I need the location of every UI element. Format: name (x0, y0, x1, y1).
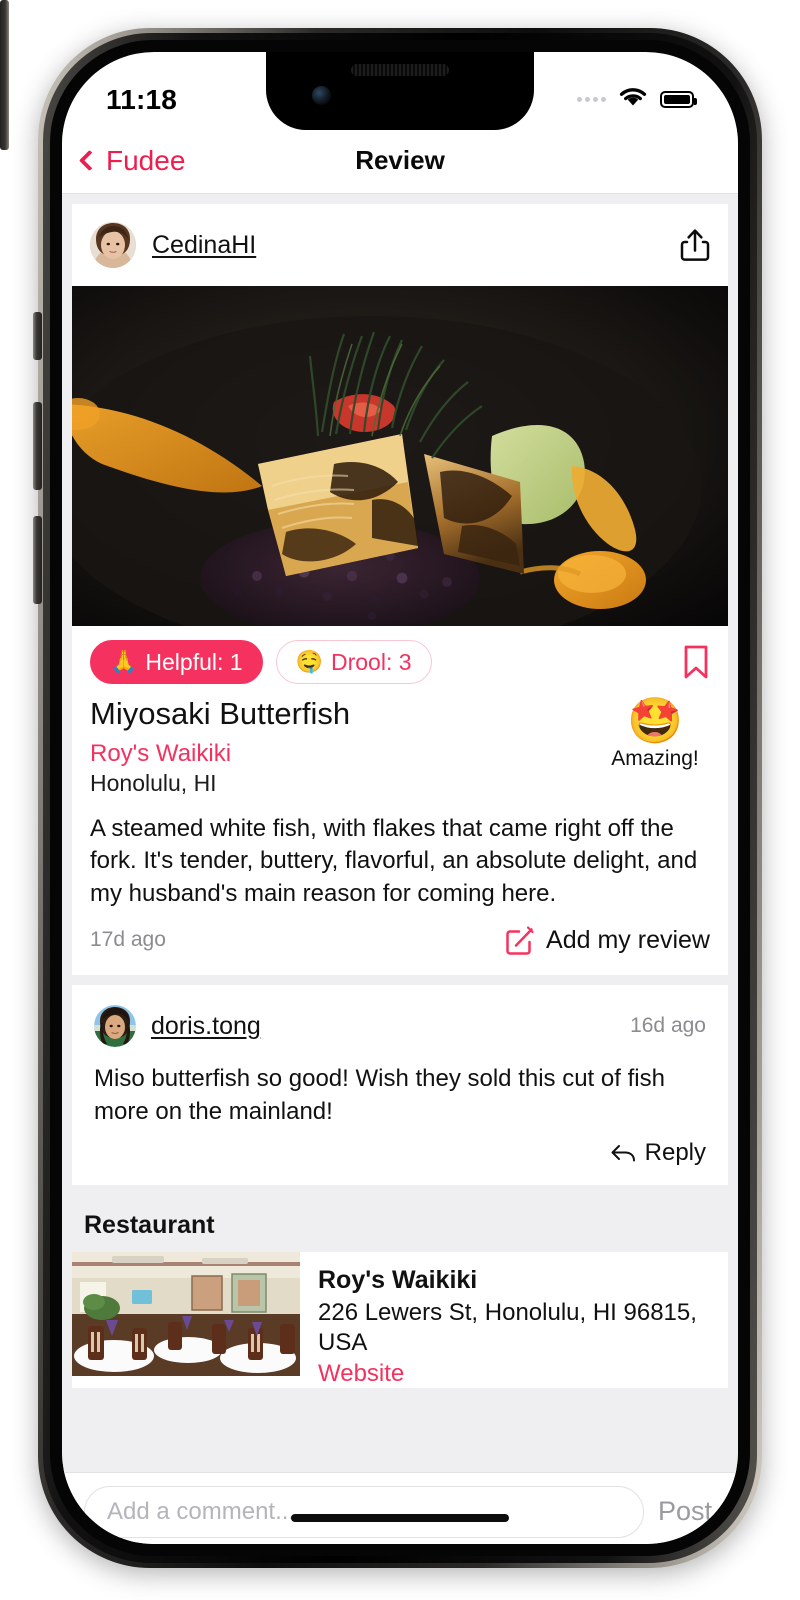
dish-city: Honolulu, HI (90, 769, 217, 796)
post-author-link[interactable]: CedinaHI (152, 231, 256, 260)
dish-title: Miyosaki Butterfish (90, 696, 351, 731)
reaction-helpful-button[interactable]: 🙏 Helpful: 1 (90, 640, 263, 684)
rating-badge: 🤩 Amazing! (600, 696, 710, 797)
home-indicator[interactable] (291, 1514, 509, 1522)
comment-composer: Post (62, 1472, 738, 1544)
add-my-review-label: Add my review (546, 925, 710, 954)
post-button[interactable]: Post (658, 1496, 716, 1527)
phone-screen: 11:18 Fudee Review CedinaHI 🙏 Helpful: 1… (62, 52, 738, 1544)
reaction-helpful-label: Helpful: 1 (145, 648, 243, 675)
reaction-bar: 🙏 Helpful: 1 🤤 Drool: 3 (72, 626, 728, 688)
battery-icon (660, 90, 697, 108)
add-my-review-button[interactable]: Add my review (505, 925, 710, 955)
dish-photo[interactable] (72, 286, 728, 626)
status-time: 11:18 (106, 84, 178, 115)
dish-info: Miyosaki Butterfish Roy's Waikiki Honolu… (90, 696, 600, 797)
comment-timestamp: 16d ago (630, 1014, 706, 1038)
power-button[interactable] (0, 0, 9, 150)
earpiece-speaker (351, 64, 449, 76)
star-struck-emoji-icon: 🤩 (626, 695, 684, 746)
restaurant-address: 226 Lewers St, Honolulu, HI 96815, USA (318, 1298, 697, 1357)
restaurant-thumbnail (72, 1251, 300, 1376)
navigation-bar: Fudee Review (62, 128, 738, 194)
chevron-left-icon (78, 149, 101, 172)
dish-info-row: Miyosaki Butterfish Roy's Waikiki Honolu… (72, 688, 728, 797)
restaurant-name: Roy's Waikiki (318, 1265, 478, 1294)
scroll-content[interactable]: CedinaHI 🙏 Helpful: 1 🤤 Drool: 3 Miyosak… (62, 194, 738, 1472)
volume-up-button[interactable] (33, 402, 42, 490)
reply-button[interactable]: Reply (72, 1129, 728, 1185)
phone-notch (266, 52, 534, 130)
reply-label: Reply (644, 1138, 706, 1166)
reply-arrow-icon (610, 1143, 636, 1163)
post-header: CedinaHI (72, 204, 728, 286)
restaurant-details: Roy's Waikiki 226 Lewers St, Honolulu, H… (300, 1252, 728, 1388)
restaurant-section-heading: Restaurant (84, 1210, 215, 1239)
comment-author-link[interactable]: doris.tong (151, 1012, 261, 1041)
reaction-drool-button[interactable]: 🤤 Drool: 3 (275, 640, 432, 684)
edit-square-icon (505, 925, 535, 955)
screenshot-stage: 11:18 Fudee Review CedinaHI 🙏 Helpful: 1… (0, 0, 800, 1600)
restaurant-card[interactable]: Roy's Waikiki 226 Lewers St, Honolulu, H… (72, 1251, 728, 1389)
pray-emoji-icon: 🙏 (110, 649, 138, 674)
volume-down-button[interactable] (33, 516, 42, 604)
restaurant-website-link[interactable]: Website (318, 1360, 712, 1388)
signal-dots-icon (577, 96, 606, 102)
dish-restaurant-link[interactable]: Roy's Waikiki (90, 740, 600, 768)
comment-input[interactable] (84, 1485, 644, 1538)
back-button[interactable]: Fudee (62, 145, 185, 177)
front-camera-icon (312, 86, 331, 105)
comment-card: doris.tong 16d ago Miso butterfish so go… (72, 985, 728, 1185)
drooling-face-emoji-icon: 🤤 (295, 649, 323, 674)
reaction-drool-label: Drool: 3 (330, 648, 412, 675)
mute-switch-button[interactable] (33, 312, 42, 360)
comment-header: doris.tong 16d ago (72, 985, 728, 1048)
avatar[interactable] (90, 222, 136, 268)
comment-body-text: Miso butterfish so good! Wish they sold … (94, 1065, 665, 1126)
wifi-icon (617, 85, 649, 113)
review-timestamp: 17d ago (90, 928, 166, 952)
review-body-text: A steamed white fish, with flakes that c… (90, 814, 698, 908)
rating-label: Amazing! (611, 747, 699, 770)
status-indicators (577, 85, 697, 116)
avatar[interactable] (94, 1005, 136, 1048)
bookmark-icon[interactable] (682, 644, 710, 680)
review-card: CedinaHI 🙏 Helpful: 1 🤤 Drool: 3 Miyosak… (72, 204, 728, 976)
back-button-label: Fudee (106, 144, 186, 176)
share-icon[interactable] (680, 228, 710, 262)
review-meta-row: 17d ago Add my review (72, 911, 728, 975)
